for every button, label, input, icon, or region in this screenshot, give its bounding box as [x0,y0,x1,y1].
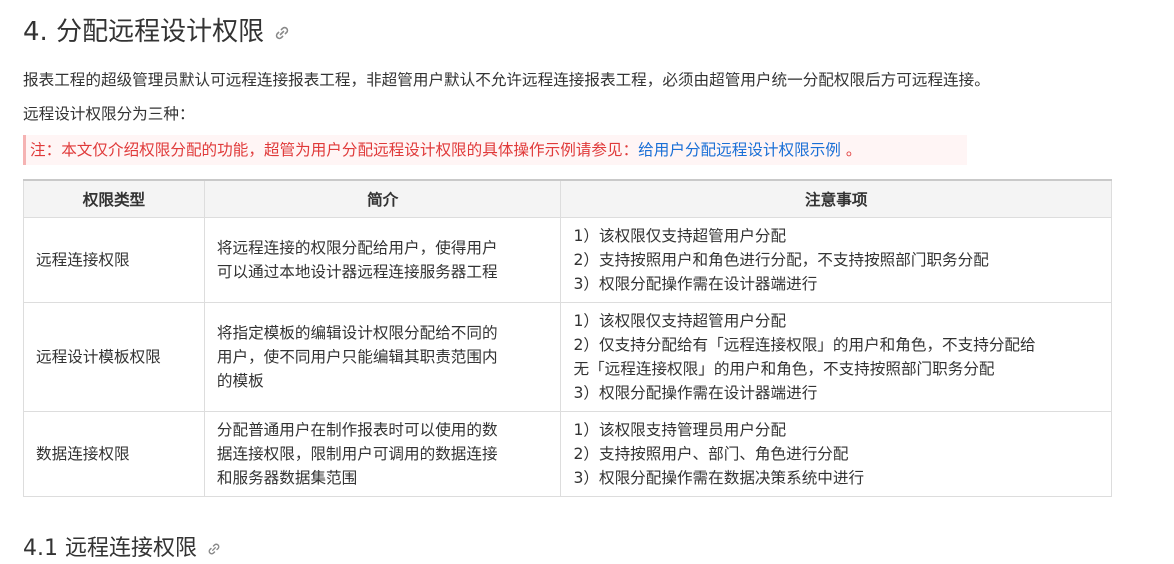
note-text: 注：本文仅介绍权限分配的功能，超管为用户分配远程设计权限的具体操作示例请参见： [30,141,639,159]
note-line: 3）权限分配操作需在设计器端进行 [573,275,818,293]
types-paragraph: 远程设计权限分为三种： [23,105,195,123]
header-desc: 简介 [203,179,562,218]
note-line: 1）该权限支持管理员用户分配 [573,421,787,439]
cell-notes: 1）该权限仅支持超管用户分配 2）支持按照用户和角色进行分配，不支持按照部门职务… [560,217,1112,303]
cell-notes: 1）该权限仅支持超管用户分配 2）仅支持分配给有「远程连接权限」的用户和角色，不… [560,302,1112,412]
cell-desc: 将远程连接的权限分配给用户，使得用户 可以通过本地设计器远程连接服务器工程 [203,217,562,303]
desc-line: 可以通过本地设计器远程连接服务器工程 [216,263,498,281]
table-row: 远程设计模板权限 将指定模板的编辑设计权限分配给不同的 用户，使不同用户只能编辑… [23,302,1112,412]
note-box: 注：本文仅介绍权限分配的功能，超管为用户分配远程设计权限的具体操作示例请参见：给… [23,135,967,165]
desc-line: 和服务器数据集范围 [216,469,358,487]
header-notes: 注意事项 [560,179,1112,218]
intro-paragraph: 报表工程的超级管理员默认可远程连接报表工程，非超管用户默认不允许远程连接报表工程… [23,71,990,89]
note-line: 3）权限分配操作需在数据决策系统中进行 [573,469,865,487]
link-icon[interactable] [207,542,221,556]
section-title-text: 4. 分配远程设计权限 [23,17,265,47]
cell-desc: 分配普通用户在制作报表时可以使用的数 据连接权限，限制用户可调用的数据连接 和服… [203,411,562,497]
cell-type: 数据连接权限 [23,411,205,497]
desc-line: 将指定模板的编辑设计权限分配给不同的 [216,324,498,342]
table-row: 数据连接权限 分配普通用户在制作报表时可以使用的数 据连接权限，限制用户可调用的… [23,411,1112,497]
section-title: 4. 分配远程设计权限 [23,14,290,50]
subsection-title-text: 4.1 远程连接权限 [23,536,197,561]
desc-line: 分配普通用户在制作报表时可以使用的数 [216,421,498,439]
note-line: 2）支持按照用户和角色进行分配，不支持按照部门职务分配 [573,251,989,269]
note-line: 2）仅支持分配给有「远程连接权限」的用户和角色，不支持分配给 [573,336,1036,354]
desc-line: 将远程连接的权限分配给用户，使得用户 [216,239,498,257]
link-icon[interactable] [274,25,290,41]
permissions-table: 权限类型 简介 注意事项 远程连接权限 将远程连接的权限分配给用户，使得用户 可… [23,179,1112,497]
desc-line: 的模板 [216,372,264,390]
note-suffix: 。 [840,141,862,159]
note-line: 2）支持按照用户、部门、角色进行分配 [573,445,849,463]
cell-desc: 将指定模板的编辑设计权限分配给不同的 用户，使不同用户只能编辑其职责范围内 的模… [203,302,562,412]
cell-notes: 1）该权限支持管理员用户分配 2）支持按照用户、部门、角色进行分配 3）权限分配… [560,411,1112,497]
desc-line: 据连接权限，限制用户可调用的数据连接 [216,445,498,463]
note-link[interactable]: 给用户分配远程设计权限示例 [638,141,841,159]
note-line: 3）权限分配操作需在设计器端进行 [573,384,818,402]
desc-line: 用户，使不同用户只能编辑其职责范围内 [216,348,498,366]
header-type: 权限类型 [23,179,205,218]
note-line: 1）该权限仅支持超管用户分配 [573,227,787,245]
table-header-row: 权限类型 简介 注意事项 [23,179,1112,218]
note-line: 无「远程连接权限」的用户和角色，不支持按照部门职务分配 [573,360,995,378]
table-row: 远程连接权限 将远程连接的权限分配给用户，使得用户 可以通过本地设计器远程连接服… [23,217,1112,303]
cell-type: 远程设计模板权限 [23,302,205,412]
cell-type: 远程连接权限 [23,217,205,303]
note-line: 1）该权限仅支持超管用户分配 [573,312,787,330]
